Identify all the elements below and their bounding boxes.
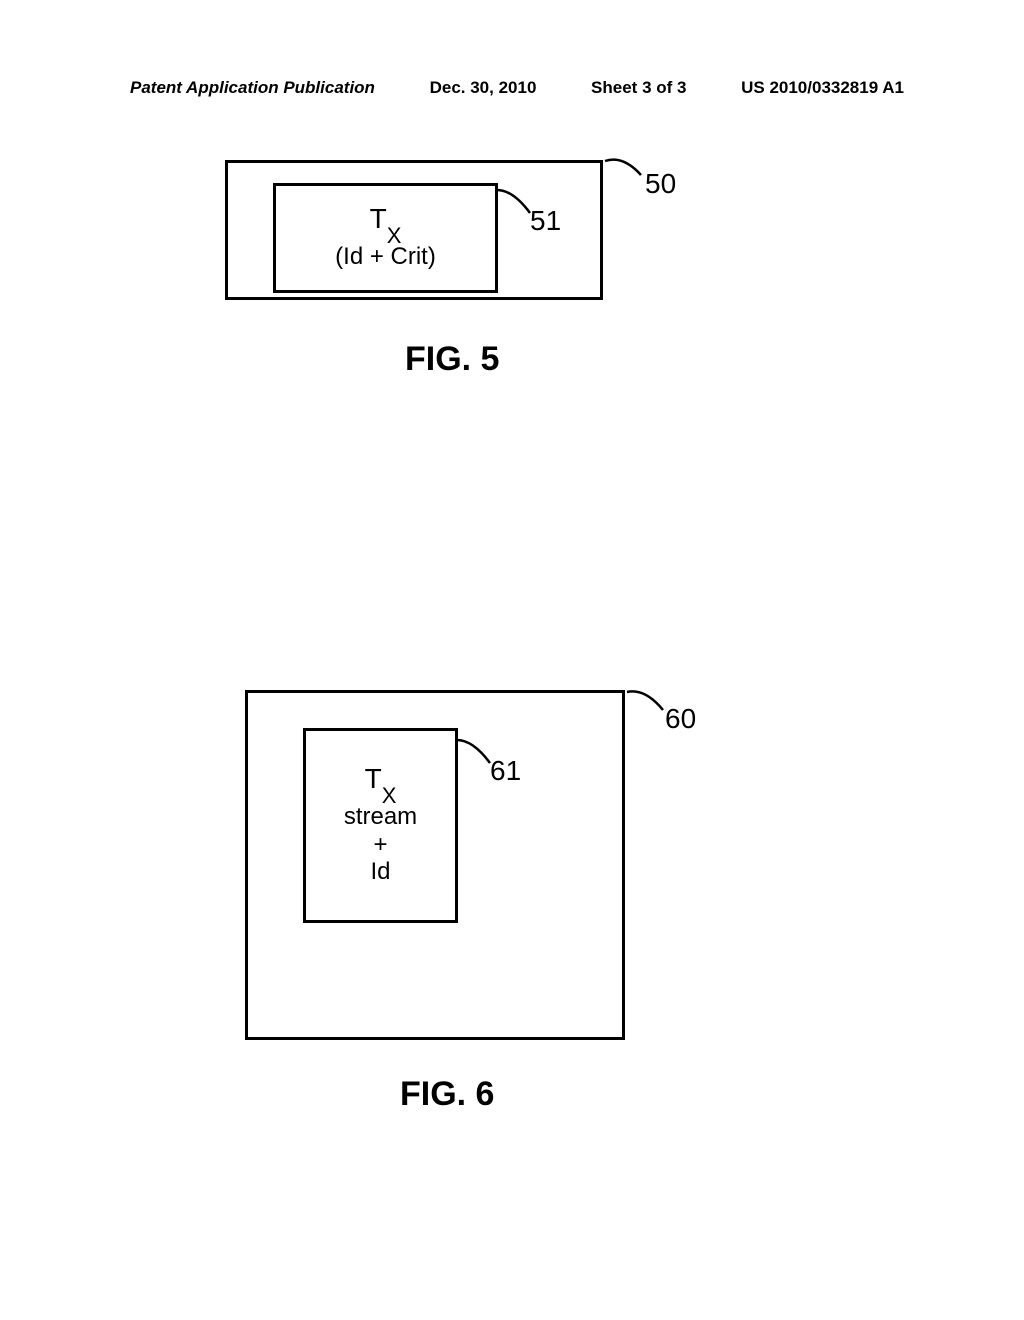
ref-61: 61 bbox=[490, 755, 521, 787]
fig5-tx-label: TX bbox=[370, 205, 402, 239]
fig6-outer-box: TX stream + Id bbox=[245, 690, 625, 1040]
fig6-line2: stream bbox=[344, 803, 417, 831]
fig5-inner-box: TX (Id + Crit) bbox=[273, 183, 498, 293]
publication-type: Patent Application Publication bbox=[130, 78, 375, 98]
figure-6: TX stream + Id 61 60 bbox=[245, 690, 655, 1040]
sheet-number: Sheet 3 of 3 bbox=[591, 78, 686, 98]
publication-number: US 2010/0332819 A1 bbox=[741, 78, 904, 98]
page-header: Patent Application Publication Dec. 30, … bbox=[0, 78, 1024, 98]
fig5-caption: FIG. 5 bbox=[405, 340, 499, 379]
ref-51: 51 bbox=[530, 205, 561, 237]
fig6-caption: FIG. 6 bbox=[400, 1075, 494, 1114]
ref-50: 50 bbox=[645, 168, 676, 200]
ref-60: 60 bbox=[665, 703, 696, 735]
figure-5: TX (Id + Crit) 51 50 bbox=[225, 160, 645, 300]
fig5-subtitle: (Id + Crit) bbox=[335, 243, 436, 271]
fig6-line3: + bbox=[373, 831, 387, 859]
fig6-inner-box: TX stream + Id bbox=[303, 728, 458, 923]
publication-date: Dec. 30, 2010 bbox=[430, 78, 537, 98]
fig6-line4: Id bbox=[370, 858, 390, 886]
fig6-tx-label: TX bbox=[365, 765, 397, 799]
